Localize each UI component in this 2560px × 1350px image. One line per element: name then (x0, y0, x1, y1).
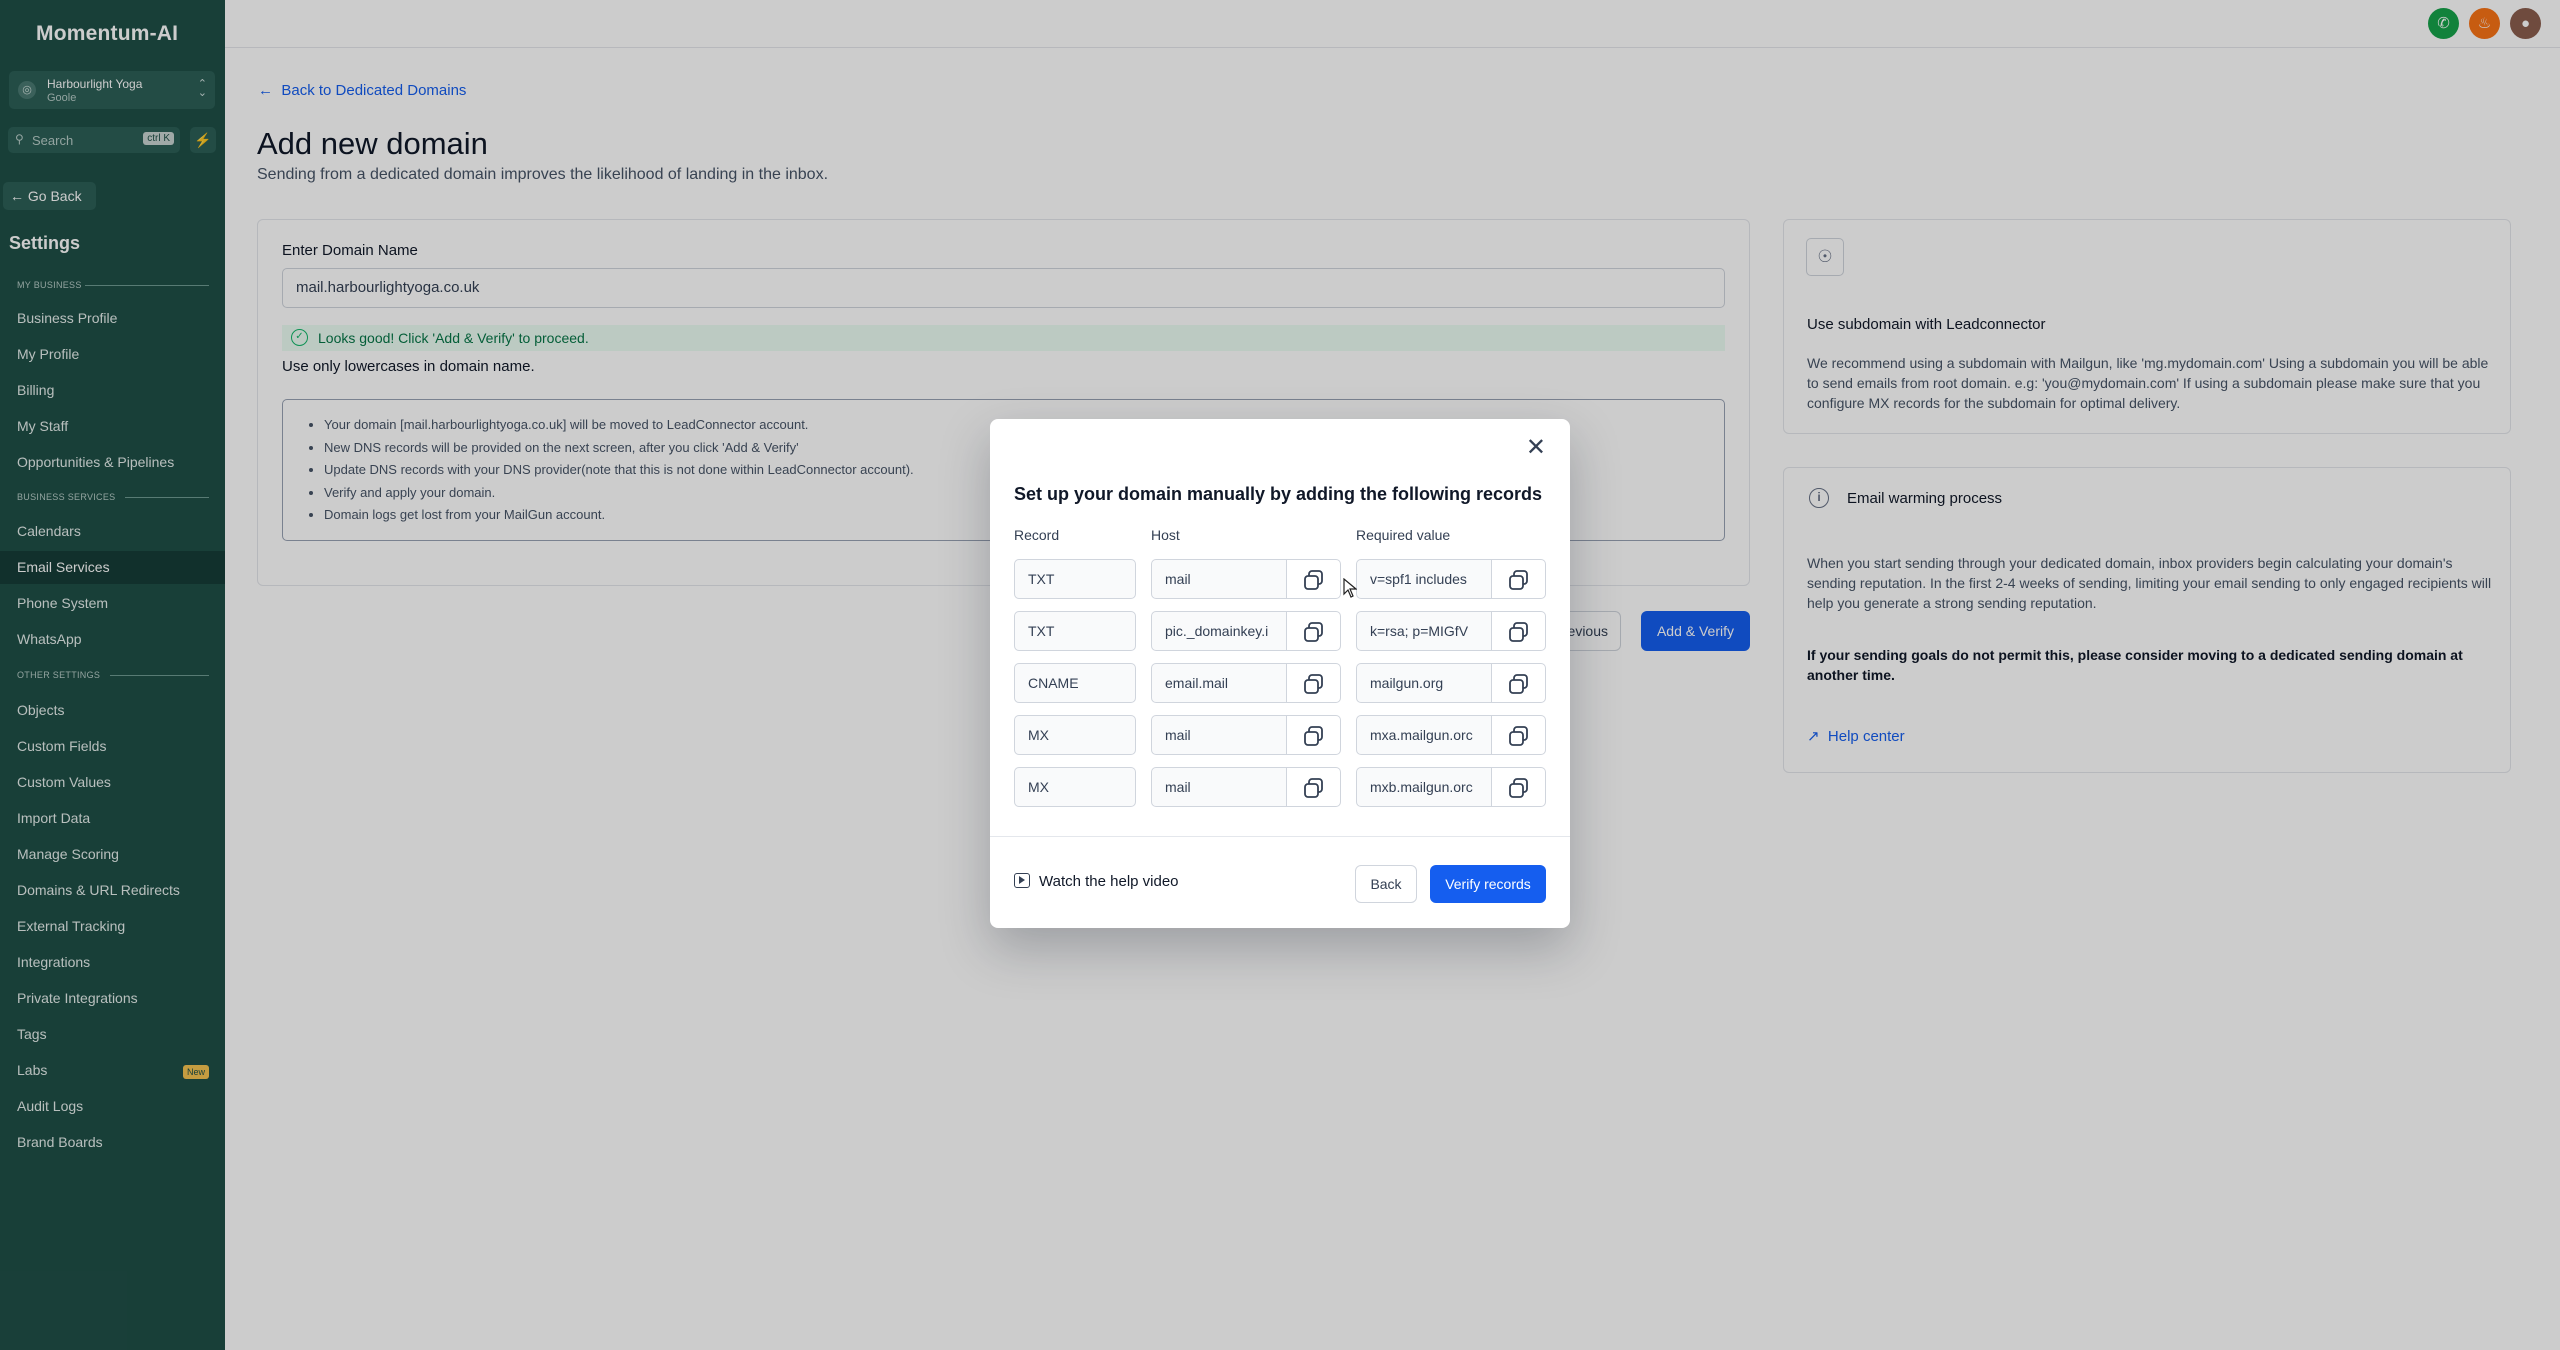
copy-host-button[interactable] (1287, 611, 1341, 651)
copy-icon (1509, 726, 1528, 746)
value-field[interactable]: mailgun.org (1356, 663, 1492, 703)
record-type-field: TXT (1014, 559, 1136, 599)
copy-value-button[interactable] (1492, 715, 1546, 755)
column-header-host: Host (1151, 527, 1180, 543)
back-button[interactable]: Back (1355, 865, 1417, 903)
copy-value-button[interactable] (1492, 559, 1546, 599)
copy-icon (1509, 622, 1528, 642)
host-field[interactable]: email.mail (1151, 663, 1287, 703)
host-field[interactable]: pic._domainkey.i (1151, 611, 1287, 651)
value-field[interactable]: v=spf1 includes (1356, 559, 1492, 599)
close-icon[interactable]: ✕ (1526, 433, 1546, 462)
copy-host-button[interactable] (1287, 767, 1341, 807)
record-type-field: MX (1014, 715, 1136, 755)
copy-host-button[interactable] (1287, 559, 1341, 599)
dns-records-modal: ✕ Set up your domain manually by adding … (990, 419, 1570, 928)
copy-icon (1509, 674, 1528, 694)
watch-help-video-link[interactable]: Watch the help video (1014, 873, 1179, 890)
value-field[interactable]: k=rsa; p=MIGfV (1356, 611, 1492, 651)
copy-icon (1509, 570, 1528, 590)
modal-divider (990, 836, 1570, 837)
play-icon (1014, 873, 1030, 888)
copy-value-button[interactable] (1492, 663, 1546, 703)
host-field[interactable]: mail (1151, 559, 1287, 599)
value-field[interactable]: mxa.mailgun.orc (1356, 715, 1492, 755)
column-header-record: Record (1014, 527, 1060, 543)
mouse-cursor-icon (1343, 578, 1357, 598)
host-field[interactable]: mail (1151, 767, 1287, 807)
copy-value-button[interactable] (1492, 611, 1546, 651)
value-field[interactable]: mxb.mailgun.orc (1356, 767, 1492, 807)
copy-icon (1304, 570, 1323, 590)
record-type-field: MX (1014, 767, 1136, 807)
column-header-value: Required value (1356, 527, 1451, 543)
host-field[interactable]: mail (1151, 715, 1287, 755)
copy-host-button[interactable] (1287, 715, 1341, 755)
copy-icon (1304, 726, 1323, 746)
watch-video-label: Watch the help video (1039, 873, 1179, 890)
copy-value-button[interactable] (1492, 767, 1546, 807)
copy-host-button[interactable] (1287, 663, 1341, 703)
record-type-field: TXT (1014, 611, 1136, 651)
copy-icon (1304, 674, 1323, 694)
copy-icon (1304, 778, 1323, 798)
record-type-field: CNAME (1014, 663, 1136, 703)
copy-icon (1304, 622, 1323, 642)
modal-title: Set up your domain manually by adding th… (1014, 484, 1543, 504)
copy-icon (1509, 778, 1528, 798)
verify-records-button[interactable]: Verify records (1430, 865, 1546, 903)
